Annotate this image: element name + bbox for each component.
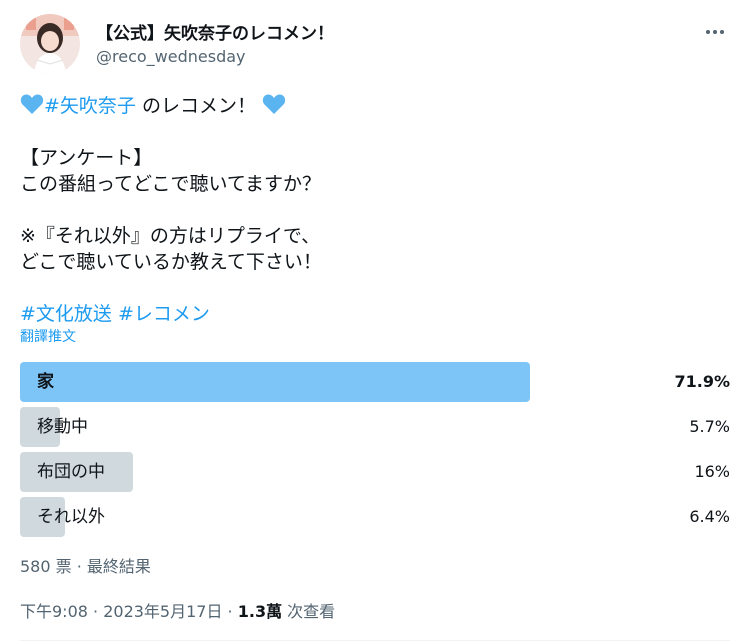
handle[interactable]: @reco_wednesday [96,47,246,66]
views-label: 次查看 [282,602,336,621]
poll-option-percent: 71.9% [674,372,730,391]
avatar[interactable] [20,14,80,74]
poll-option-label: それ以外 [37,507,105,527]
divider [20,640,730,641]
tweet-line-2: 【アンケート】 [20,147,153,169]
more-options-icon[interactable] [700,17,730,47]
tweet-line-4: ※『それ以外』の方はリプライで、 [20,225,321,247]
display-name[interactable]: 【公式】矢吹奈子のレコメン！ [96,19,334,44]
hashtags-line: #文化放送 #レコメン [20,301,720,327]
poll-votes: 580 票 [20,557,72,576]
blue-heart-icon [262,93,286,122]
hashtag-yabuki-nako[interactable]: #矢吹奈子 [44,95,136,117]
poll-option: それ以外 6.4% [20,497,730,537]
poll-option: 家 71.9% [20,362,730,402]
views-count[interactable]: 1.3萬 [238,602,282,621]
separator: · [71,557,87,576]
poll-status: 最終結果 [86,557,151,576]
tweet-line1-text: のレコメン！ [135,95,256,117]
poll-option-percent: 6.4% [689,507,730,526]
tweet-date[interactable]: 2023年5月17日 [103,602,222,621]
poll-option-label: 布団の中 [37,462,105,482]
poll-option-label: 家 [37,372,54,392]
poll-option-bar [20,362,530,402]
translate-tweet-link[interactable]: 翻譯推文 [20,326,76,346]
poll-option-percent: 16% [694,462,730,481]
tweet-line-3: この番組ってどこで聴いてますか？ [20,173,321,195]
separator: · [222,602,238,621]
poll-option: 布団の中 16% [20,452,730,492]
blue-heart-icon [20,93,44,122]
tweet-metadata: 下午9:08 · 2023年5月17日 · 1.3萬 次查看 [20,598,335,622]
separator: · [87,602,104,621]
tweet-text: #矢吹奈子 のレコメン！ 【アンケート】 この番組ってどこで聴いてますか？ ※『… [20,93,720,327]
tweet-line-1: #矢吹奈子 のレコメン！ [20,93,720,119]
hashtag-bunka-housou[interactable]: #文化放送 [20,303,112,325]
poll-option-percent: 5.7% [689,417,730,436]
tweet-line-5: どこで聴いているか教えて下さい！ [20,251,322,273]
tweet-time[interactable]: 下午9:08 [20,602,88,621]
poll-option-label: 移動中 [37,417,88,437]
poll-option: 移動中 5.7% [20,407,730,447]
poll-summary: 580 票 · 最終結果 [20,553,151,577]
hashtag-recomen[interactable]: #レコメン [118,303,210,325]
